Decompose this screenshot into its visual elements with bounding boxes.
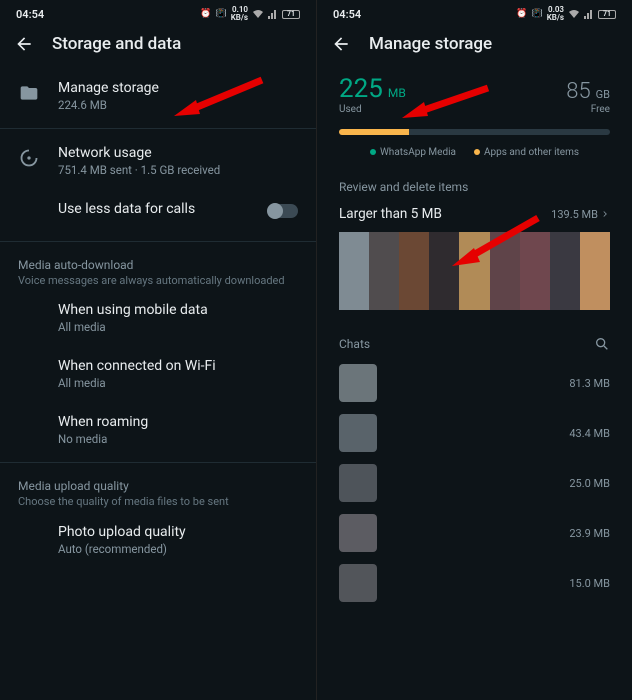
larger-than-row[interactable]: Larger than 5 MB 139.5 MB — [317, 200, 632, 228]
use-less-data-toggle[interactable] — [268, 204, 298, 218]
review-delete-header: Review and delete items — [317, 170, 632, 200]
chat-avatar — [339, 514, 377, 552]
chat-row[interactable]: 43.4 MB — [317, 408, 632, 458]
phone-left: 04:54 ⏰ 📳 0.10KB/s 71 Storage and data M… — [0, 0, 316, 700]
use-less-data-row[interactable]: Use less data for calls — [0, 189, 316, 237]
folder-icon — [18, 82, 40, 104]
network-usage-row[interactable]: Network usage 751.4 MB sent · 1.5 GB rec… — [0, 133, 316, 189]
wifi-icon — [568, 9, 580, 19]
media-thumbnails[interactable] — [339, 232, 610, 310]
chat-row[interactable]: 25.0 MB — [317, 458, 632, 508]
signal-icon — [584, 9, 594, 19]
status-bar: 04:54 ⏰ 📳 0.10KB/s 71 — [0, 0, 316, 26]
chat-avatar — [339, 414, 377, 452]
page-title: Storage and data — [52, 34, 181, 54]
storage-stats: 225 MB Used 85 GB Free — [317, 68, 632, 119]
wifi-icon — [252, 9, 264, 19]
storage-used-value: 225 — [339, 74, 383, 104]
alarm-icon: ⏰ — [200, 9, 211, 19]
chat-avatar — [339, 464, 377, 502]
signal-icon — [268, 9, 278, 19]
wifi-row[interactable]: When connected on Wi-Fi All media — [0, 346, 316, 402]
storage-bar — [339, 129, 610, 135]
header: Storage and data — [0, 26, 316, 68]
use-less-data-label: Use less data for calls — [58, 201, 250, 217]
page-title: Manage storage — [369, 34, 492, 54]
data-usage-icon — [18, 147, 40, 169]
battery-icon: 71 — [598, 10, 616, 19]
roaming-row[interactable]: When roaming No media — [0, 402, 316, 458]
photo-quality-row[interactable]: Photo upload quality Auto (recommended) — [0, 512, 316, 568]
battery-icon: 71 — [282, 10, 300, 19]
manage-storage-row[interactable]: Manage storage 224.6 MB — [0, 68, 316, 124]
chat-size: 25.0 MB — [569, 477, 610, 490]
dot-whatsapp — [370, 149, 376, 155]
manage-storage-size: 224.6 MB — [58, 98, 298, 112]
chats-header: Chats — [339, 337, 370, 351]
media-auto-download-header: Media auto-download Voice messages are a… — [0, 246, 316, 290]
chat-size: 15.0 MB — [569, 577, 610, 590]
media-upload-header: Media upload quality Choose the quality … — [0, 467, 316, 511]
larger-than-label: Larger than 5 MB — [339, 206, 442, 222]
chat-avatar — [339, 364, 377, 402]
dot-other — [474, 149, 480, 155]
status-time: 04:54 — [16, 8, 44, 21]
back-button[interactable] — [331, 34, 351, 54]
back-button[interactable] — [14, 34, 34, 54]
alarm-icon: ⏰ — [516, 9, 527, 19]
chat-row[interactable]: 23.9 MB — [317, 508, 632, 558]
vibrate-icon: 📳 — [215, 9, 226, 19]
manage-storage-label: Manage storage — [58, 80, 298, 96]
header: Manage storage — [317, 26, 632, 68]
storage-free-unit: GB — [596, 88, 610, 101]
chat-row[interactable]: 81.3 MB — [317, 358, 632, 408]
storage-free-value: 85 — [566, 79, 590, 104]
search-icon[interactable] — [594, 336, 610, 352]
storage-bar-apps — [339, 129, 409, 135]
mobile-data-row[interactable]: When using mobile data All media — [0, 290, 316, 346]
chat-size: 43.4 MB — [569, 427, 610, 440]
status-bar: 04:54 ⏰ 📳 0.03KB/s 71 — [317, 0, 632, 26]
chat-size: 23.9 MB — [569, 527, 610, 540]
network-usage-label: Network usage — [58, 145, 298, 161]
storage-legend: WhatsApp Media Apps and other items — [317, 145, 632, 170]
chevron-right-icon — [600, 209, 610, 219]
chat-avatar — [339, 564, 377, 602]
phone-right: 04:54 ⏰ 📳 0.03KB/s 71 Manage storage 225… — [316, 0, 632, 700]
vibrate-icon: 📳 — [531, 9, 542, 19]
chat-row[interactable]: 15.0 MB — [317, 558, 632, 608]
status-time: 04:54 — [333, 8, 361, 21]
storage-used-unit: MB — [388, 86, 406, 100]
larger-than-size: 139.5 MB — [551, 208, 598, 221]
chat-size: 81.3 MB — [569, 377, 610, 390]
network-usage-sub: 751.4 MB sent · 1.5 GB received — [58, 163, 298, 177]
